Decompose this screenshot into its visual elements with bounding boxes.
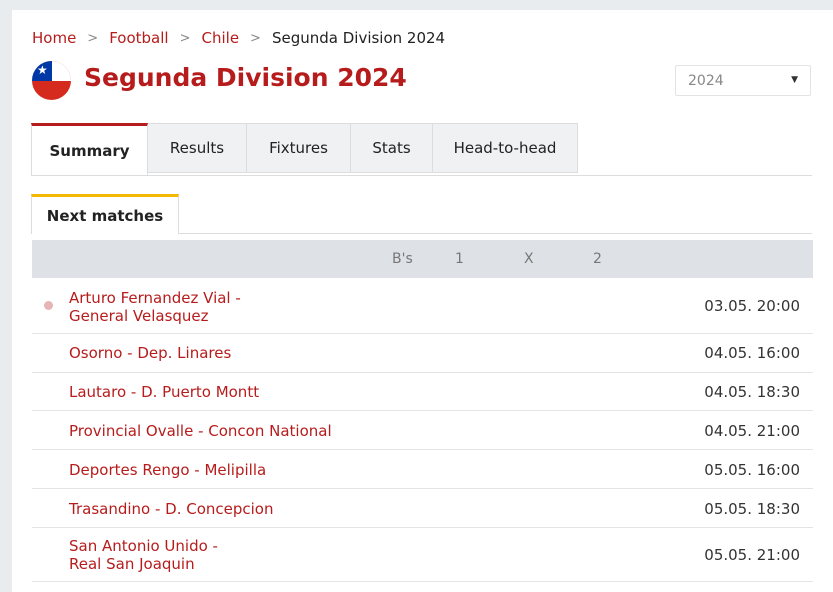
season-select[interactable]: 2024 ▼ xyxy=(675,65,811,96)
chevron-right-icon: > xyxy=(250,30,261,46)
match-teams[interactable]: Arturo Fernandez Vial - General Velasque… xyxy=(69,289,241,325)
match-row[interactable]: Arturo Fernandez Vial - General Velasque… xyxy=(32,278,813,334)
chevron-right-icon: > xyxy=(87,30,99,46)
column-1: 1 xyxy=(455,251,464,267)
subtab-bar: Next matches xyxy=(31,194,812,234)
match-row[interactable]: Provincial Ovalle - Concon National 04.0… xyxy=(32,411,813,450)
match-time: 05.05. 21:00 xyxy=(704,546,800,564)
tab-head-to-head[interactable]: Head-to-head xyxy=(433,123,578,173)
main-panel: Home > Football > Chile > Segunda Divisi… xyxy=(12,10,833,592)
odds-header-row: B's 1 X 2 xyxy=(32,240,813,278)
match-time: 03.05. 20:00 xyxy=(704,297,800,315)
chevron-down-icon: ▼ xyxy=(791,75,798,85)
match-row[interactable]: San Antonio Unido - Real San Joaquin 05.… xyxy=(32,528,813,582)
match-row[interactable]: Lautaro - D. Puerto Montt 04.05. 18:30 xyxy=(32,373,813,411)
match-row[interactable]: Osorno - Dep. Linares 04.05. 16:00 xyxy=(32,334,813,373)
chile-flag-icon: ★ xyxy=(32,61,71,100)
page-title: Segunda Division 2024 xyxy=(84,63,407,92)
breadcrumb-home[interactable]: Home xyxy=(32,29,76,47)
match-time: 04.05. 18:30 xyxy=(704,383,800,401)
column-bs: B's xyxy=(392,251,413,267)
column-2: 2 xyxy=(593,251,602,267)
tab-bar: Summary Results Fixtures Stats Head-to-h… xyxy=(31,123,812,176)
tab-results[interactable]: Results xyxy=(148,123,247,173)
tab-summary[interactable]: Summary xyxy=(31,123,148,175)
match-teams[interactable]: San Antonio Unido - Real San Joaquin xyxy=(69,537,218,573)
match-row[interactable]: Deportes Rengo - Melipilla 05.05. 16:00 xyxy=(32,450,813,489)
match-teams[interactable]: Provincial Ovalle - Concon National xyxy=(69,422,332,440)
breadcrumb: Home > Football > Chile > Segunda Divisi… xyxy=(32,29,445,47)
breadcrumb-football[interactable]: Football xyxy=(109,29,168,47)
match-teams[interactable]: Deportes Rengo - Melipilla xyxy=(69,461,266,479)
breadcrumb-current: Segunda Division 2024 xyxy=(271,29,446,47)
match-teams[interactable]: Osorno - Dep. Linares xyxy=(69,344,231,362)
chevron-right-icon: > xyxy=(179,30,191,46)
match-teams[interactable]: Lautaro - D. Puerto Montt xyxy=(69,383,259,401)
match-row[interactable]: Trasandino - D. Concepcion 05.05. 18:30 xyxy=(32,489,813,528)
tab-fixtures[interactable]: Fixtures xyxy=(247,123,351,173)
match-time: 05.05. 18:30 xyxy=(704,500,800,518)
live-indicator-dot xyxy=(44,301,53,310)
match-time: 04.05. 21:00 xyxy=(704,422,800,440)
match-time: 05.05. 16:00 xyxy=(704,461,800,479)
breadcrumb-chile[interactable]: Chile xyxy=(202,29,240,47)
column-x: X xyxy=(524,251,534,267)
subtab-next-matches[interactable]: Next matches xyxy=(31,194,179,234)
match-time: 04.05. 16:00 xyxy=(704,344,800,362)
match-teams[interactable]: Trasandino - D. Concepcion xyxy=(69,500,274,518)
tab-stats[interactable]: Stats xyxy=(351,123,433,173)
season-select-value: 2024 xyxy=(688,72,724,89)
